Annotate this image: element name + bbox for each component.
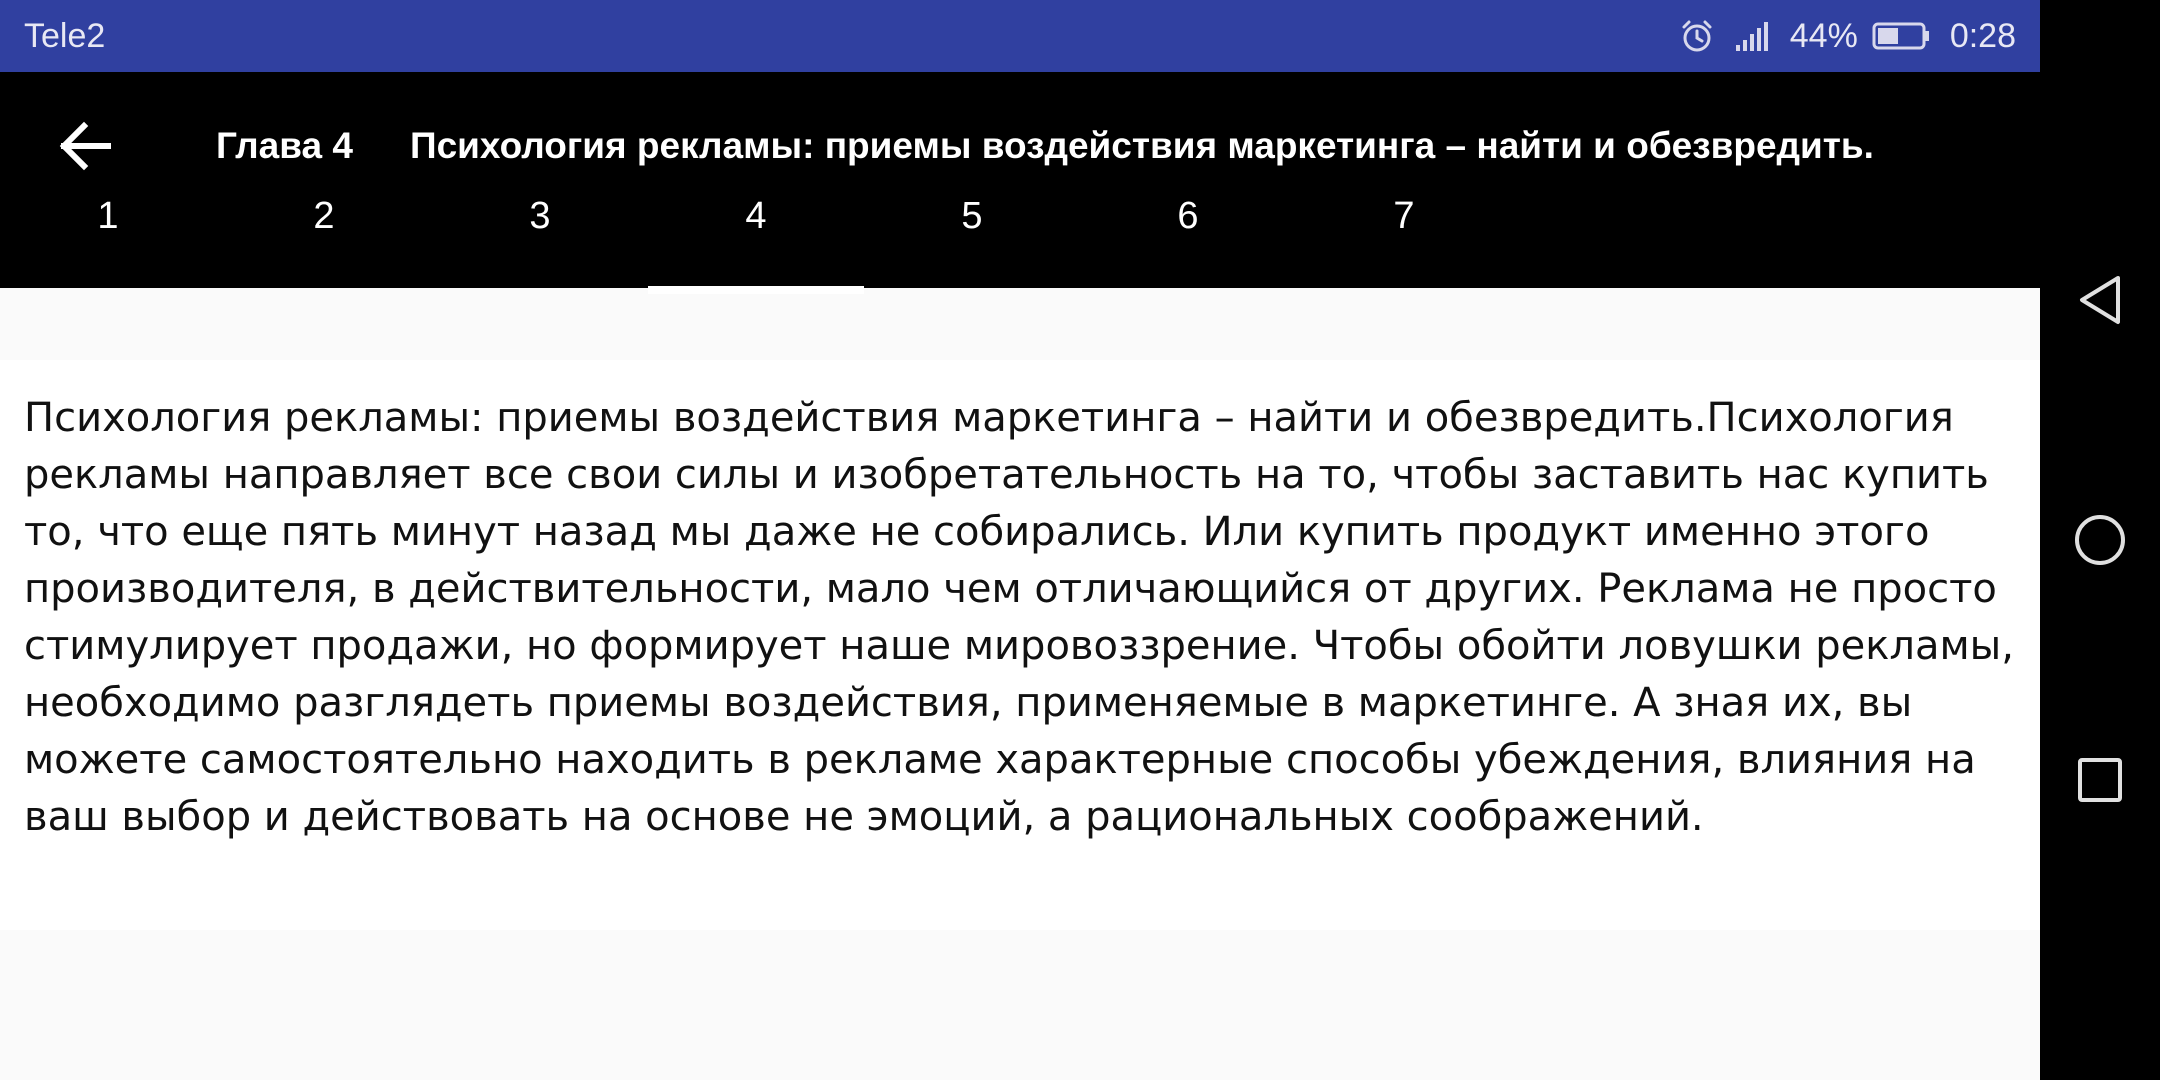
battery-icon [1872,21,1932,51]
tab-chapter-3[interactable]: 3 [432,144,648,288]
status-indicators: 44% 0:28 [1678,0,2016,72]
tab-chapter-2[interactable]: 2 [216,144,432,288]
chapter-content: Психология рекламы: приемы воздействия м… [0,360,2040,930]
clock: 0:28 [1949,17,2016,55]
tab-chapter-1[interactable]: 1 [0,144,216,288]
home-circle-icon [2075,515,2125,565]
nav-recents-button[interactable] [2060,740,2140,820]
status-bar: Tele2 44% 0:28 [0,0,2040,72]
nav-home-button[interactable] [2060,500,2140,580]
screen: Tele2 44% 0:28 Глава 4 Психология реклам… [0,0,2040,1080]
alarm-icon [1678,17,1716,55]
tab-chapter-4[interactable]: 4 [648,144,864,294]
tab-chapter-7[interactable]: 7 [1296,144,1512,288]
nav-back-button[interactable] [2060,260,2140,340]
system-nav-bar [2040,0,2160,1080]
tab-chapter-6[interactable]: 6 [1080,144,1296,288]
recents-square-icon [2078,758,2122,802]
app-bar: Глава 4 Психология рекламы: приемы возде… [0,72,2040,294]
chapter-tabs: 1234567 [0,144,2040,294]
signal-icon [1734,19,1772,53]
battery-percent: 44% [1789,17,1858,55]
chapter-text: Психология рекламы: приемы воздействия м… [24,395,2014,840]
carrier-label: Tele2 [24,17,106,55]
back-triangle-icon [2080,276,2120,324]
tab-chapter-5[interactable]: 5 [864,144,1080,288]
